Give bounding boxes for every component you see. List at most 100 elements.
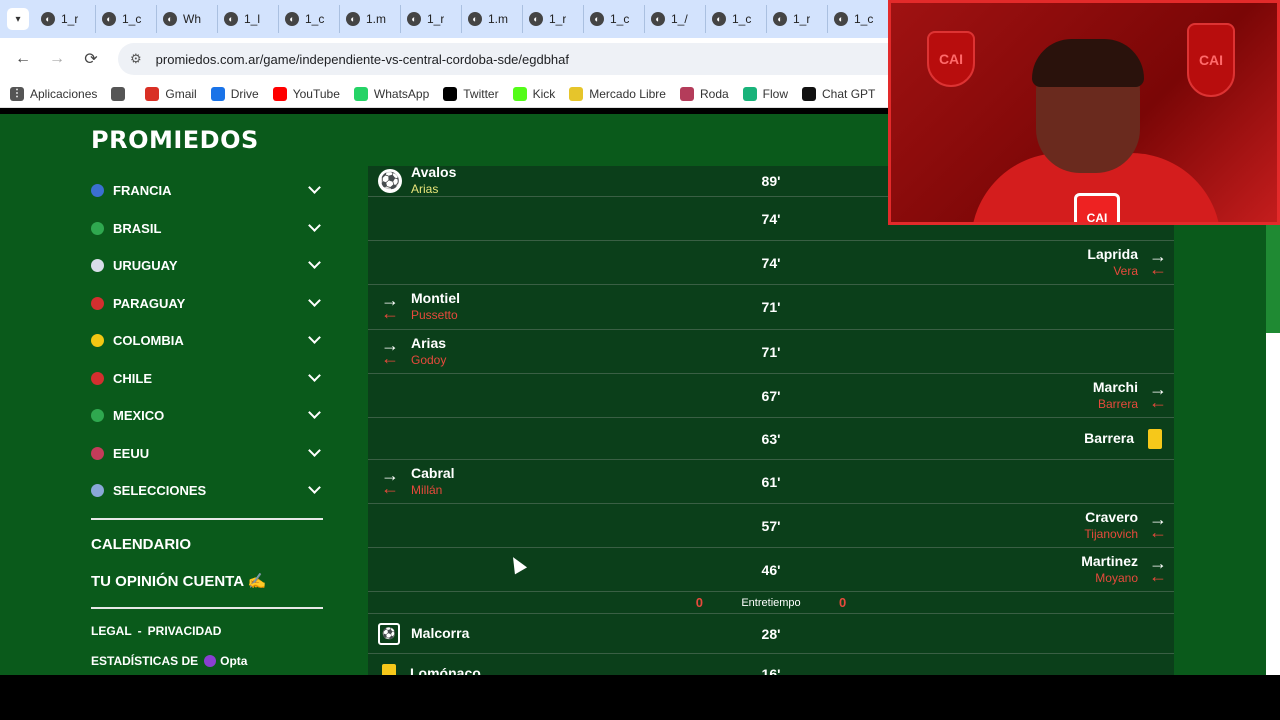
bookmark-grid[interactable] — [111, 86, 131, 101]
player-out[interactable]: Pussetto — [411, 307, 460, 324]
browser-tab[interactable]: ◐ 1.m — [340, 5, 401, 33]
player-in[interactable]: Avalos — [411, 164, 456, 181]
bookmark-chatgpt[interactable]: Chat GPT — [802, 86, 875, 101]
player-in[interactable]: Lomónaco — [410, 665, 481, 675]
browser-tab[interactable]: ◐ 1_c — [706, 5, 767, 33]
tab-favicon-icon: ◐ — [773, 12, 787, 26]
substitution-icon: → ← — [378, 291, 402, 323]
halftime-row: 0 Entretiempo 0 — [368, 592, 1174, 614]
player-in[interactable]: Arias — [411, 335, 446, 352]
chevron-down-icon[interactable] — [308, 331, 321, 345]
browser-tab[interactable]: ◐ 1_c — [584, 5, 645, 33]
country-item-paraguay[interactable]: PARAGUAY — [91, 285, 323, 323]
browser-tab[interactable]: ◐ 1_r — [523, 5, 584, 33]
player-out[interactable]: Moyano — [1095, 570, 1138, 587]
legal-link[interactable]: LEGAL — [91, 624, 132, 638]
bookmark-kick[interactable]: Kick — [512, 86, 555, 101]
tab-favicon-icon: ◐ — [529, 12, 543, 26]
player-out[interactable]: Millán — [411, 482, 455, 499]
browser-tab[interactable]: ◐ 1.m — [462, 5, 523, 33]
substitution-icon: → ← — [1146, 510, 1170, 541]
country-item-mexico[interactable]: MEXICO — [91, 397, 323, 435]
event-right-team: Barrera — [1084, 418, 1170, 459]
browser-tab[interactable]: ◐ 1_c — [828, 5, 889, 33]
bookmark-youtube[interactable]: YouTube — [272, 86, 340, 101]
browser-tab[interactable]: ◐ Wh — [157, 5, 218, 33]
roda-icon — [679, 86, 694, 101]
arrow-out-icon: ← — [1149, 565, 1167, 586]
chevron-down-icon[interactable] — [308, 256, 321, 270]
bookmark-whatsapp[interactable]: WhatsApp — [353, 86, 429, 101]
browser-tab[interactable]: ◐ 1_r — [35, 5, 96, 33]
chevron-down-icon[interactable] — [308, 218, 321, 232]
player-names: Laprida Vera — [1087, 246, 1138, 280]
player-in[interactable]: Martinez — [1081, 553, 1138, 570]
player-in[interactable]: Cravero — [1085, 509, 1138, 526]
country-item-colombia[interactable]: COLOMBIA — [91, 322, 323, 360]
chevron-down-icon[interactable] — [308, 443, 321, 457]
player-in[interactable]: Laprida — [1087, 246, 1138, 263]
site-settings-icon[interactable]: ⚙ — [130, 51, 142, 67]
address-bar[interactable]: ⚙ promiedos.com.ar/game/independiente-vs… — [118, 43, 998, 75]
player-out[interactable]: Arias — [411, 181, 456, 198]
tab-title: 1_l — [244, 12, 261, 26]
tab-title: 1_r — [793, 12, 811, 26]
calendario-link[interactable]: CALENDARIO — [91, 527, 323, 563]
country-item-francia[interactable]: FRANCIA — [91, 172, 323, 210]
club-badge-icon: CAI — [1074, 193, 1120, 222]
reload-icon[interactable]: ⟳ — [76, 44, 106, 74]
player-in[interactable]: Montiel — [411, 290, 460, 307]
country-name: BRASIL — [113, 220, 162, 236]
privacidad-link[interactable]: PRIVACIDAD — [148, 624, 222, 638]
chevron-down-icon[interactable] — [308, 368, 321, 382]
country-item-uruguay[interactable]: URUGUAY — [91, 247, 323, 285]
player-in[interactable]: Cabral — [411, 465, 455, 482]
stats-credit-label: ESTADÍSTICAS DE — [91, 653, 199, 668]
bookmark-flow[interactable]: Flow — [742, 86, 788, 101]
browser-tab[interactable]: ◐ 1_r — [401, 5, 462, 33]
opinion-link[interactable]: TU OPINIÓN CUENTA ✍ — [91, 563, 323, 599]
player-in[interactable]: Barrera — [1084, 430, 1134, 447]
event-left-team: → ← Montiel Pussetto — [378, 285, 460, 329]
bookmark-drive[interactable]: Drive — [210, 86, 259, 101]
chevron-down-icon[interactable] — [308, 481, 321, 495]
player-in[interactable]: Marchi — [1093, 379, 1138, 396]
browser-tab[interactable]: ◐ 1_r — [767, 5, 828, 33]
browser-tab[interactable]: ◐ 1_/ — [645, 5, 706, 33]
country-item-selecciones[interactable]: SELECCIONES — [91, 472, 323, 510]
match-events-list: 89' ⚽ Avalos Arias 74' 74' Laprida Vera → ← 71' → ← M… — [368, 164, 1174, 675]
country-item-chile[interactable]: CHILE — [91, 360, 323, 398]
arrow-out-icon: ← — [381, 303, 399, 323]
site-logo[interactable]: PROMIEDOS — [91, 126, 259, 154]
player-in[interactable]: Malcorra — [411, 625, 469, 642]
player-out[interactable]: Godoy — [411, 352, 446, 369]
divider — [91, 517, 323, 520]
tab-search-chevron-icon[interactable]: ▾ — [7, 8, 29, 30]
player-out[interactable]: Vera — [1113, 263, 1138, 280]
country-item-brasil[interactable]: BRASIL — [91, 210, 323, 248]
bookmark-apps-grid[interactable]: ⋮ Aplicaciones — [10, 86, 97, 101]
player-out[interactable]: Barrera — [1098, 396, 1138, 413]
player-out[interactable]: Tijanovich — [1084, 526, 1138, 543]
browser-tab[interactable]: ◐ 1_c — [279, 5, 340, 33]
drive-icon — [210, 86, 225, 101]
wall-crest-icon: CAI — [927, 31, 975, 87]
bookmark-gmail[interactable]: Gmail — [145, 86, 197, 101]
browser-tab[interactable]: ◐ 1_l — [218, 5, 279, 33]
bookmark-roda[interactable]: Roda — [679, 86, 729, 101]
country-item-eeuu[interactable]: EEUU — [91, 435, 323, 473]
chevron-down-icon[interactable] — [308, 293, 321, 307]
bookmark-mercadolibre[interactable]: Mercado Libre — [569, 86, 666, 101]
browser-tab[interactable]: ◐ 1_c — [96, 5, 157, 33]
bookmark-x[interactable]: Twitter — [443, 86, 499, 101]
bookmark-label: Drive — [230, 86, 259, 101]
forward-arrow-icon[interactable]: → — [42, 44, 72, 74]
country-name: MEXICO — [113, 408, 165, 424]
chevron-down-icon[interactable] — [308, 181, 321, 195]
tab-favicon-icon: ◐ — [590, 12, 604, 26]
chevron-down-icon[interactable] — [308, 406, 321, 420]
scrollbar-thumb[interactable] — [1266, 225, 1280, 333]
back-arrow-icon[interactable]: ← — [8, 44, 38, 74]
country-flag-icon — [91, 446, 104, 460]
streamer-hair — [1032, 39, 1144, 87]
